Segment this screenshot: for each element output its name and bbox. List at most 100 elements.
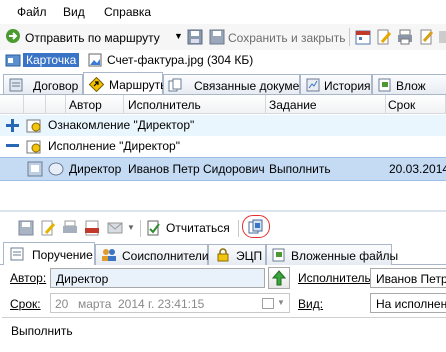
task-icon <box>27 161 43 177</box>
tab-contract[interactable]: Договор <box>3 74 83 95</box>
save-icon[interactable] <box>187 29 203 45</box>
author-field[interactable]: Директор <box>50 268 265 288</box>
expand-plus-icon[interactable] <box>6 119 19 132</box>
task-text-area[interactable]: Выполнить <box>2 317 446 352</box>
report-label: Отчитаться <box>166 221 230 235</box>
author-value: Директор <box>56 272 109 286</box>
pdf-icon[interactable] <box>84 220 100 236</box>
grid-header-task[interactable]: Задание <box>266 95 386 114</box>
grid-header-type <box>46 95 66 114</box>
lock-icon <box>217 248 229 262</box>
chevron-down-icon[interactable]: ▼ <box>277 298 285 307</box>
history-icon <box>306 78 320 92</box>
send-dropdown-arrow-icon[interactable]: ▼ <box>127 223 135 232</box>
card-attachment[interactable]: Карточка <box>4 51 80 69</box>
document-tabs: Договор Маршруты Связанные документы Ист… <box>0 72 446 95</box>
menu-view[interactable]: Вид <box>63 5 85 19</box>
row-task: Выполнить <box>269 162 331 176</box>
row-due: 20.03.2014 <box>389 162 446 176</box>
kind-field[interactable]: На исполнени <box>370 293 446 313</box>
main-toolbar: Отправить по маршруту ▼ Сохранить и закр… <box>0 24 446 51</box>
task-tabs: Поручение Соисполнители ЭЦП Вложенные фа… <box>0 242 446 265</box>
save-close-button[interactable]: Сохранить и закрыть <box>207 26 347 48</box>
toolbar-separator <box>349 28 350 46</box>
grid-header-due-label: Срок <box>388 98 416 112</box>
route-group-title: Ознакомление "Директор" <box>48 118 195 132</box>
document-copy-icon[interactable] <box>248 219 264 235</box>
file-attachment[interactable]: Счет-фактура.jpg (304 КБ) <box>86 51 276 69</box>
tab-assignment-label: Поручение <box>32 248 93 262</box>
collapse-minus-icon[interactable] <box>6 144 19 148</box>
image-file-icon <box>88 53 102 67</box>
grid-header-task-label: Задание <box>269 98 317 112</box>
users-icon <box>102 249 116 261</box>
table-row[interactable]: Директор Иванов Петр Сидорович Выполнить… <box>0 157 446 181</box>
report-button[interactable]: Отчитаться <box>146 218 234 238</box>
attached-files-icon <box>272 248 285 262</box>
executor-label: Исполнитель: <box>298 271 375 285</box>
edit-icon[interactable] <box>40 220 56 236</box>
kind-value: На исполнени <box>376 297 446 311</box>
route-arrow-icon <box>6 29 20 43</box>
tab-attachments[interactable]: Влож <box>372 74 446 95</box>
toolbar-separator <box>140 220 141 237</box>
calendar-icon[interactable] <box>355 29 371 45</box>
route-stage-icon <box>26 119 41 133</box>
send-icon[interactable] <box>107 220 123 236</box>
contract-icon <box>9 78 23 92</box>
calendar-picker-icon[interactable] <box>262 297 274 309</box>
edit-document-icon[interactable] <box>376 29 392 45</box>
tab-coexecutors-label: Соисполнители <box>122 249 209 263</box>
due-time: 2014 г. 23:41:15 <box>118 297 205 311</box>
tab-assignment[interactable]: Поручение <box>3 242 95 265</box>
executor-value: Иванов Петр С <box>376 272 446 286</box>
author-label: Автор: <box>10 271 47 285</box>
due-date-field[interactable]: 20 марта 2014 г. 23:41:15 ▼ <box>50 293 290 313</box>
overflow-icon[interactable] <box>438 29 446 45</box>
tab-history[interactable]: История <box>300 74 372 95</box>
tab-related-docs[interactable]: Связанные документы <box>163 74 320 95</box>
row-executor: Иванов Петр Сидорович <box>128 162 265 176</box>
route-group-title: Исполнение "Директор" <box>48 139 180 153</box>
message-icon <box>48 162 64 176</box>
task-toolbar: ▼ Отчитаться <box>0 212 446 242</box>
row-author: Директор <box>69 162 122 176</box>
save-close-label: Сохранить и закрыть <box>228 31 346 45</box>
grid-header-executor-label: Исполнитель <box>128 98 201 112</box>
assignment-icon <box>10 247 24 261</box>
print-icon[interactable] <box>397 29 413 45</box>
executor-field[interactable]: Иванов Петр С <box>370 268 446 288</box>
route-sign-icon <box>89 77 104 92</box>
route-group-row[interactable]: Ознакомление "Директор" <box>0 115 446 136</box>
due-month: марта <box>78 297 112 311</box>
menu-help[interactable]: Справка <box>104 5 151 19</box>
tab-history-label: История <box>324 79 371 93</box>
tab-coexecutors[interactable]: Соисполнители <box>95 244 209 265</box>
grid-header-due[interactable]: Срок <box>386 95 446 114</box>
print-icon[interactable] <box>62 220 78 236</box>
due-day: 20 <box>55 297 69 311</box>
route-group-row[interactable]: Исполнение "Директор" <box>0 136 446 158</box>
file-attachment-label: Счет-фактура.jpg (304 КБ) <box>107 53 254 67</box>
grid-header-author[interactable]: Автор <box>66 95 124 114</box>
report-icon <box>147 220 160 236</box>
related-docs-icon <box>168 78 182 92</box>
attachments-icon <box>378 78 391 92</box>
card-label: Карточка <box>23 53 80 67</box>
tab-routes[interactable]: Маршруты <box>83 72 169 95</box>
send-route-button[interactable]: Отправить по маршруту ▼ <box>2 26 183 48</box>
tab-signature[interactable]: ЭЦП <box>208 244 266 265</box>
tab-signature-label: ЭЦП <box>236 249 263 263</box>
send-route-label: Отправить по маршруту <box>25 31 160 45</box>
author-select-button[interactable] <box>268 267 290 289</box>
route-stage-icon <box>26 140 41 154</box>
grid-header-executor[interactable]: Исполнитель <box>124 95 266 114</box>
routes-grid: Автор Исполнитель Задание Срок Ознакомле… <box>0 94 446 211</box>
save-icon[interactable] <box>18 220 34 236</box>
menu-file[interactable]: Файл <box>17 5 47 19</box>
green-up-arrow-icon <box>272 270 286 286</box>
dropdown-arrow-icon: ▼ <box>174 31 183 41</box>
save-close-icon <box>209 29 225 45</box>
tab-attached-files[interactable]: Вложенные файлы <box>266 244 398 265</box>
sign-document-icon[interactable] <box>419 29 435 45</box>
